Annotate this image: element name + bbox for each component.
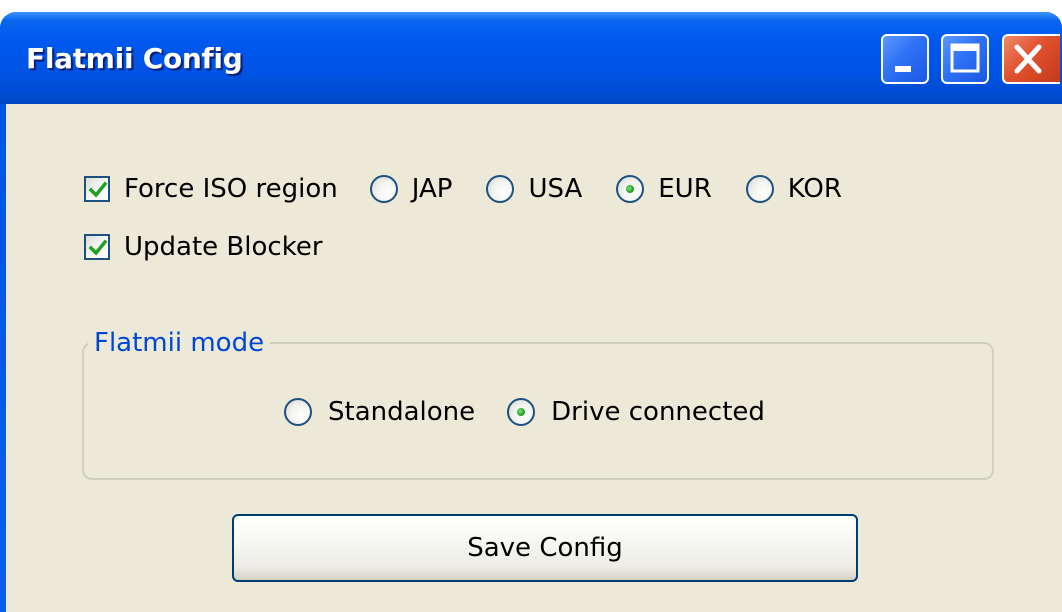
mode-radio-standalone[interactable] [284,398,312,426]
mode-radio-drive-connected[interactable] [507,398,536,426]
window-title: Flatmii Config [26,42,243,75]
checkmark-icon [88,239,108,256]
region-radio-jap[interactable] [369,175,398,203]
region-radio-eur[interactable] [616,175,645,203]
close-button[interactable] [1002,34,1060,84]
force-iso-label: Force ISO region [124,174,338,204]
minimize-icon [895,66,911,72]
radio-dot-icon [517,408,526,416]
mode-label-drive-connected: Drive connected [551,397,765,427]
region-label-jap: JAP [411,174,453,204]
close-icon [1014,44,1042,74]
force-iso-checkbox[interactable] [84,176,110,202]
region-label-usa: USA [528,174,583,204]
app-window: Flatmii Config Force ISO region JAP USA … [0,12,1062,612]
flatmii-mode-group-title: Flatmii mode [88,328,271,358]
save-config-button[interactable]: Save Config [232,514,858,582]
region-label-eur: EUR [658,174,712,204]
force-iso-row: Force ISO region JAP USA EUR KOR [84,174,842,204]
region-radio-usa[interactable] [486,175,515,203]
region-radio-kor[interactable] [745,175,774,203]
title-bar[interactable]: Flatmii Config [0,12,1062,104]
maximize-button[interactable] [941,34,989,84]
maximize-icon [950,43,980,73]
update-blocker-label: Update Blocker [124,232,323,262]
update-blocker-row: Update Blocker [84,232,323,262]
radio-dot-icon [626,185,635,193]
minimize-button[interactable] [881,34,929,84]
update-blocker-checkbox[interactable] [84,234,110,260]
mode-label-standalone: Standalone [328,397,476,427]
region-label-kor: KOR [787,174,842,204]
checkmark-icon [88,181,108,198]
mode-options-row: Standalone Drive connected [284,397,765,427]
